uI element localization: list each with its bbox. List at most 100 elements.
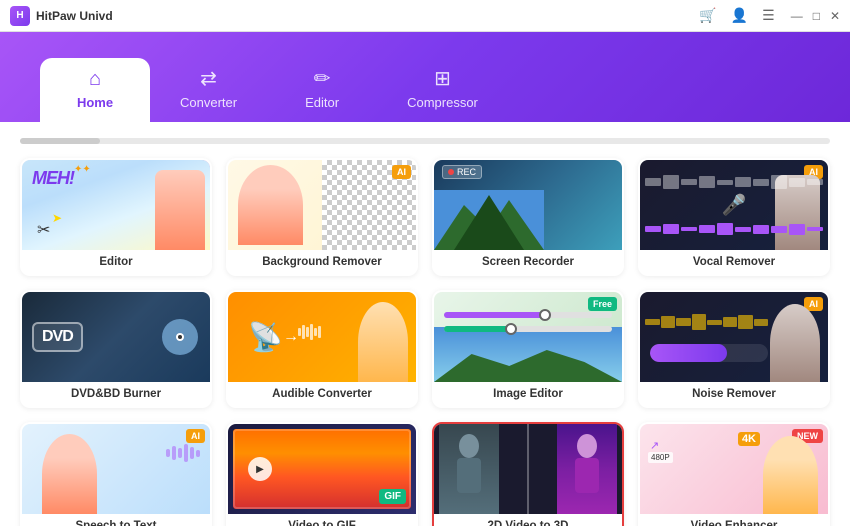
card-editor[interactable]: MEH! ✦✦ ✂ ➤ Editor bbox=[20, 158, 212, 276]
scroll-thumb bbox=[20, 138, 100, 144]
ai-badge: AI bbox=[392, 165, 411, 179]
3d-divider bbox=[527, 424, 529, 514]
slider-1-thumb bbox=[539, 309, 551, 321]
home-icon: ⌂ bbox=[89, 68, 101, 91]
card-video-enhancer-thumb: NEW ↗ 480P 4K bbox=[640, 424, 828, 514]
waveform-bottom bbox=[645, 223, 823, 235]
card-2d3d-thumb bbox=[434, 424, 622, 514]
card-audible-label: Audible Converter bbox=[228, 382, 416, 406]
tab-compressor-label: Compressor bbox=[407, 95, 478, 110]
app-logo: H HitPaw Univd bbox=[10, 6, 113, 26]
card-speech-thumb: AI bbox=[22, 424, 210, 514]
speech-person bbox=[42, 434, 97, 514]
card-image-editor[interactable]: Free Image Editor bbox=[432, 290, 624, 408]
audible-person bbox=[358, 302, 408, 382]
tab-editor[interactable]: ✏ Editor bbox=[267, 56, 377, 122]
window-controls: — □ ✕ bbox=[791, 9, 840, 23]
card-audible-thumb: 📡 → bbox=[228, 292, 416, 382]
slider-2-thumb bbox=[505, 323, 517, 335]
card-bg-remover-thumb: AI bbox=[228, 160, 416, 250]
app-icon: H bbox=[10, 6, 30, 26]
arrow-icon: → bbox=[283, 328, 299, 346]
card-speech-to-text[interactable]: AI Speech to Text bbox=[20, 422, 212, 526]
minimize-button[interactable]: — bbox=[791, 9, 803, 23]
card-video-to-gif[interactable]: ▶ GIF Video to GIF bbox=[226, 422, 418, 526]
rec-badge: REC bbox=[442, 165, 482, 179]
card-editor-label: Editor bbox=[22, 250, 210, 274]
cursor-icon: ➤ bbox=[52, 211, 62, 225]
person-2d bbox=[439, 424, 499, 514]
bg-person bbox=[238, 165, 303, 245]
tab-converter-label: Converter bbox=[180, 95, 237, 110]
card-vocal-remover-label: Vocal Remover bbox=[640, 250, 828, 274]
close-button[interactable]: ✕ bbox=[830, 9, 840, 23]
card-video-gif-label: Video to GIF bbox=[228, 514, 416, 526]
res-480p: 480P bbox=[648, 452, 673, 463]
card-speech-label: Speech to Text bbox=[22, 514, 210, 526]
card-noise-remover-label: Noise Remover bbox=[640, 382, 828, 406]
gif-badge: GIF bbox=[379, 489, 406, 504]
card-image-editor-thumb: Free bbox=[434, 292, 622, 382]
editor-icon: ✏ bbox=[314, 66, 331, 91]
person-3d bbox=[557, 424, 617, 514]
slider-1-fill bbox=[444, 312, 545, 318]
speech-wave bbox=[166, 444, 200, 462]
card-editor-thumb: MEH! ✦✦ ✂ ➤ bbox=[22, 160, 210, 250]
editor-person bbox=[155, 170, 205, 250]
slider-1 bbox=[444, 312, 612, 318]
card-video-enhancer[interactable]: NEW ↗ 480P 4K Video Enhancer bbox=[638, 422, 830, 526]
mountains-svg bbox=[434, 190, 544, 250]
card-screen-recorder-thumb: REC bbox=[434, 160, 622, 250]
res-arrow: ↗ bbox=[650, 439, 659, 452]
card-audible-converter[interactable]: 📡 → Audible Converter bbox=[226, 290, 418, 408]
menu-icon[interactable]: ☰ bbox=[762, 7, 775, 24]
card-dvd-label: DVD&BD Burner bbox=[22, 382, 210, 406]
card-2d3d-label: 2D Video to 3D bbox=[434, 514, 622, 526]
meh-stars: ✦✦ bbox=[74, 164, 91, 175]
slider-container bbox=[444, 312, 612, 340]
card-video-gif-thumb: ▶ GIF bbox=[228, 424, 416, 514]
card-screen-recorder-label: Screen Recorder bbox=[434, 250, 622, 274]
card-noise-remover-thumb: AI bbox=[640, 292, 828, 382]
person-2d-svg bbox=[449, 434, 489, 504]
slider-2-fill bbox=[444, 326, 511, 332]
free-badge: Free bbox=[588, 297, 617, 311]
rec-dot bbox=[448, 169, 454, 175]
card-2d-to-3d[interactable]: 2D Video to 3D bbox=[432, 422, 624, 526]
scissors-icon: ✂ bbox=[37, 220, 50, 240]
mic-icon: 🎤 bbox=[722, 193, 747, 218]
card-vocal-remover[interactable]: AI 🎤 bbox=[638, 158, 830, 276]
cards-grid: MEH! ✦✦ ✂ ➤ Editor AI Background Remover bbox=[20, 158, 830, 526]
tab-compressor[interactable]: ⊞ Compressor bbox=[377, 56, 508, 122]
noise-waveform bbox=[645, 312, 768, 332]
dvd-logo: DVD bbox=[32, 322, 83, 352]
tab-editor-label: Editor bbox=[305, 95, 339, 110]
editor-thumb-inner: MEH! ✦✦ ✂ ➤ bbox=[22, 160, 210, 250]
maximize-button[interactable]: □ bbox=[813, 9, 820, 23]
eq-fill bbox=[650, 344, 727, 362]
tab-home[interactable]: ⌂ Home bbox=[40, 58, 150, 122]
tab-converter[interactable]: ⇄ Converter bbox=[150, 56, 267, 122]
app-title: HitPaw Univd bbox=[36, 9, 113, 23]
tab-home-label: Home bbox=[77, 95, 113, 110]
mountain-shape bbox=[434, 342, 622, 382]
card-screen-recorder[interactable]: REC Screen Recorder bbox=[432, 158, 624, 276]
converter-icon: ⇄ bbox=[200, 66, 217, 91]
cart-icon[interactable]: 🛒 bbox=[699, 7, 716, 24]
card-dvd-burner[interactable]: DVD DVD&BD Burner bbox=[20, 290, 212, 408]
person-3d-svg bbox=[567, 434, 607, 504]
noise-eq-pill bbox=[650, 344, 768, 362]
slider-2 bbox=[444, 326, 612, 332]
card-video-enhancer-label: Video Enhancer bbox=[640, 514, 828, 526]
enhance-person bbox=[763, 436, 818, 514]
card-vocal-remover-thumb: AI 🎤 bbox=[640, 160, 828, 250]
card-noise-remover[interactable]: AI Noise Remover bbox=[638, 290, 830, 408]
audible-icon: 📡 bbox=[248, 321, 283, 354]
res-labels: 480P bbox=[648, 452, 673, 463]
card-background-remover[interactable]: AI Background Remover bbox=[226, 158, 418, 276]
titlebar-controls: 🛒 👤 ☰ — □ ✕ bbox=[691, 7, 840, 24]
disc-svg bbox=[160, 317, 200, 357]
compressor-icon: ⊞ bbox=[434, 66, 451, 91]
user-icon[interactable]: 👤 bbox=[731, 7, 748, 24]
header-nav: ⌂ Home ⇄ Converter ✏ Editor ⊞ Compressor bbox=[0, 32, 850, 122]
